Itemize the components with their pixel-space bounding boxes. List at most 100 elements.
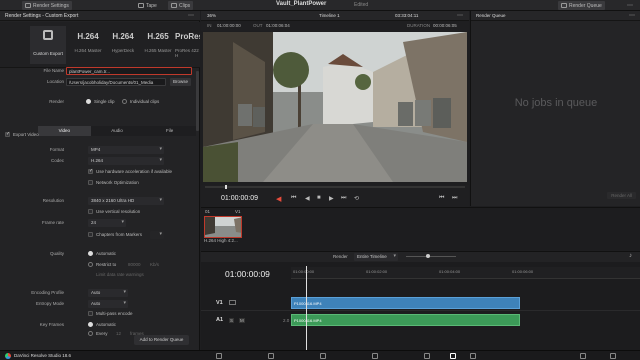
tape-button[interactable]: Tape	[135, 1, 160, 10]
single-clip-radio[interactable]	[86, 99, 91, 104]
mark-out-icon[interactable]: ⏭	[452, 195, 457, 202]
play-icon[interactable]: ▶	[329, 195, 334, 202]
add-to-render-queue-button[interactable]: Add to Render Queue	[134, 335, 189, 345]
mark-in-icon[interactable]: ⏮	[439, 195, 444, 202]
color-page-icon[interactable]	[424, 353, 430, 359]
file-name-input[interactable]: plantPower_cam.tr...	[66, 67, 192, 75]
app-name: DaVinci Resolve Studio 18.6	[14, 353, 71, 358]
timeline-name[interactable]: Timeline 1	[319, 13, 340, 18]
first-frame-icon[interactable]: ⏮	[291, 195, 296, 202]
transport-controls: 01:00:00:09 ◀ ⏮ ◀ ■ ▶ ⏭ ⟲ ⏮ ⏭	[201, 185, 469, 207]
zoom-slider[interactable]	[406, 256, 456, 257]
preset-hyperdeck[interactable]: H.264 HyperDeck	[105, 26, 141, 64]
audio-meter-icon[interactable]: ♪	[629, 253, 632, 259]
vertical-res-checkbox[interactable]	[88, 209, 93, 214]
reverse-icon[interactable]: ◀	[305, 195, 310, 202]
preset-custom-export[interactable]: Custom Export	[30, 26, 66, 64]
browse-button[interactable]: Browse	[170, 78, 192, 86]
limit-warnings-field[interactable]: Limit data rate warnings	[96, 272, 144, 277]
multipass-row: Multi-pass encode	[0, 309, 200, 319]
clip-thumbnail[interactable]	[204, 216, 242, 238]
format-row: Format MP4	[0, 145, 200, 155]
top-toolbar: Render Settings Tape Clips Vault_PlantPo…	[0, 0, 640, 11]
individual-clips-radio[interactable]	[122, 99, 127, 104]
frame-rate-select[interactable]: 24	[88, 219, 126, 227]
vertical-res-row: Use vertical resolution	[0, 207, 200, 217]
stop-icon[interactable]: ■	[317, 195, 321, 201]
every-value[interactable]: 12	[116, 331, 121, 336]
preset-h264-master[interactable]: H.264 H.264 Master	[70, 26, 106, 64]
codec-select[interactable]: H.264	[88, 157, 164, 165]
timeline-panel: Render Entire Timeline ♪ 01:00:00:09 01:…	[201, 251, 640, 351]
fusion-page-icon[interactable]	[372, 353, 378, 359]
viewer-options-icon[interactable]: ⋯	[457, 12, 463, 19]
restrict-value[interactable]: 80000	[128, 262, 141, 267]
preset-h265-master[interactable]: H.265 H.265 Master	[140, 26, 176, 64]
render-range-select[interactable]: Entire Timeline	[354, 253, 398, 261]
quality-auto-radio[interactable]	[88, 251, 93, 256]
render-all-button[interactable]: Render All	[607, 192, 636, 199]
resolution-select[interactable]: 3840 x 2160 Ultra HD	[88, 197, 164, 205]
entropy-select[interactable]: Auto	[88, 300, 128, 308]
network-opt-checkbox[interactable]	[88, 180, 93, 185]
solo-button[interactable]: S	[229, 318, 235, 323]
restrict-row: Restrict to 80000 Kb/s	[0, 260, 200, 270]
preset-strip: Custom Export H.264 H.264 Master H.264 H…	[0, 22, 200, 68]
track-a1-label: A1	[216, 317, 224, 323]
more-options-icon[interactable]: ⋯	[624, 1, 636, 10]
entropy-row: Entropy Mode Auto	[0, 299, 200, 309]
keyframes-auto-radio[interactable]	[88, 322, 93, 327]
settings-gear-icon[interactable]	[610, 353, 616, 359]
limit-row: Limit data rate warnings	[0, 270, 200, 280]
timeline-toolbar: Render Entire Timeline ♪	[201, 252, 640, 262]
playhead[interactable]	[306, 266, 307, 351]
home-icon[interactable]	[580, 353, 586, 359]
codec-row: Codec H.264	[0, 156, 200, 166]
render-queue-button[interactable]: Render Queue	[558, 1, 605, 10]
audio-level: 2.0	[283, 318, 290, 323]
mute-button[interactable]: M	[239, 318, 245, 323]
edit-page-icon[interactable]	[320, 353, 326, 359]
last-frame-icon[interactable]: ⏭	[341, 195, 346, 202]
preset-prores[interactable]: ProRes ProRes 422 H	[175, 26, 200, 64]
loop-icon[interactable]: ⟲	[354, 195, 359, 202]
panel-scrollbar[interactable]	[196, 71, 199, 131]
keyframes-every-radio[interactable]	[88, 331, 93, 336]
hw-accel-checkbox[interactable]	[88, 168, 93, 174]
edited-status: Edited	[354, 2, 369, 8]
queue-icon	[561, 3, 567, 8]
timeline-timecode: 01:00:00:09	[225, 269, 270, 279]
in-timecode: 01:00:00:00	[217, 23, 241, 28]
chapters-checkbox[interactable]	[88, 232, 93, 237]
fairlight-page-icon[interactable]	[450, 353, 456, 359]
chapters-select[interactable]	[150, 231, 164, 239]
video-clip[interactable]: P1000416.MP4	[291, 297, 520, 309]
render-settings-button[interactable]: Render Settings	[22, 1, 72, 10]
render-queue-title: Render Queue	[476, 13, 506, 18]
video-preview[interactable]	[203, 32, 467, 182]
film-icon[interactable]	[229, 300, 236, 305]
deliver-page-icon[interactable]	[470, 353, 476, 359]
speaker-icon[interactable]: ◀	[276, 195, 281, 203]
clips-icon	[171, 3, 177, 8]
export-video-checkbox[interactable]	[5, 131, 10, 137]
queue-options-icon[interactable]: ⋯	[629, 12, 635, 19]
empty-queue-message: No jobs in queue	[514, 97, 598, 109]
clips-button[interactable]: Clips	[168, 1, 194, 10]
media-page-icon[interactable]	[216, 353, 222, 359]
encoding-profile-select[interactable]: Auto	[88, 289, 128, 297]
panel-header: Render Settings - Custom Export ⋯	[0, 11, 200, 21]
multipass-checkbox[interactable]	[88, 311, 93, 316]
timeline-ruler[interactable]: 01:00:00:00 01:00:02:00 01:00:04:00 01:0…	[291, 267, 640, 279]
cut-page-icon[interactable]	[268, 353, 274, 359]
gear-icon	[43, 30, 53, 40]
scrubber-handle[interactable]	[225, 185, 227, 189]
audio-clip[interactable]: P1000416.MP4	[291, 314, 520, 326]
panel-options-icon[interactable]: ⋯	[188, 12, 194, 19]
format-select[interactable]: MP4	[88, 146, 164, 154]
zoom-slider-handle[interactable]	[426, 254, 430, 258]
zoom-level[interactable]: 36%	[207, 13, 216, 18]
location-input[interactable]: /Users/jacobholiday/Documents/01_Media	[66, 78, 166, 86]
quality-restrict-radio[interactable]	[88, 262, 93, 267]
scrubber-bar[interactable]	[205, 186, 465, 188]
